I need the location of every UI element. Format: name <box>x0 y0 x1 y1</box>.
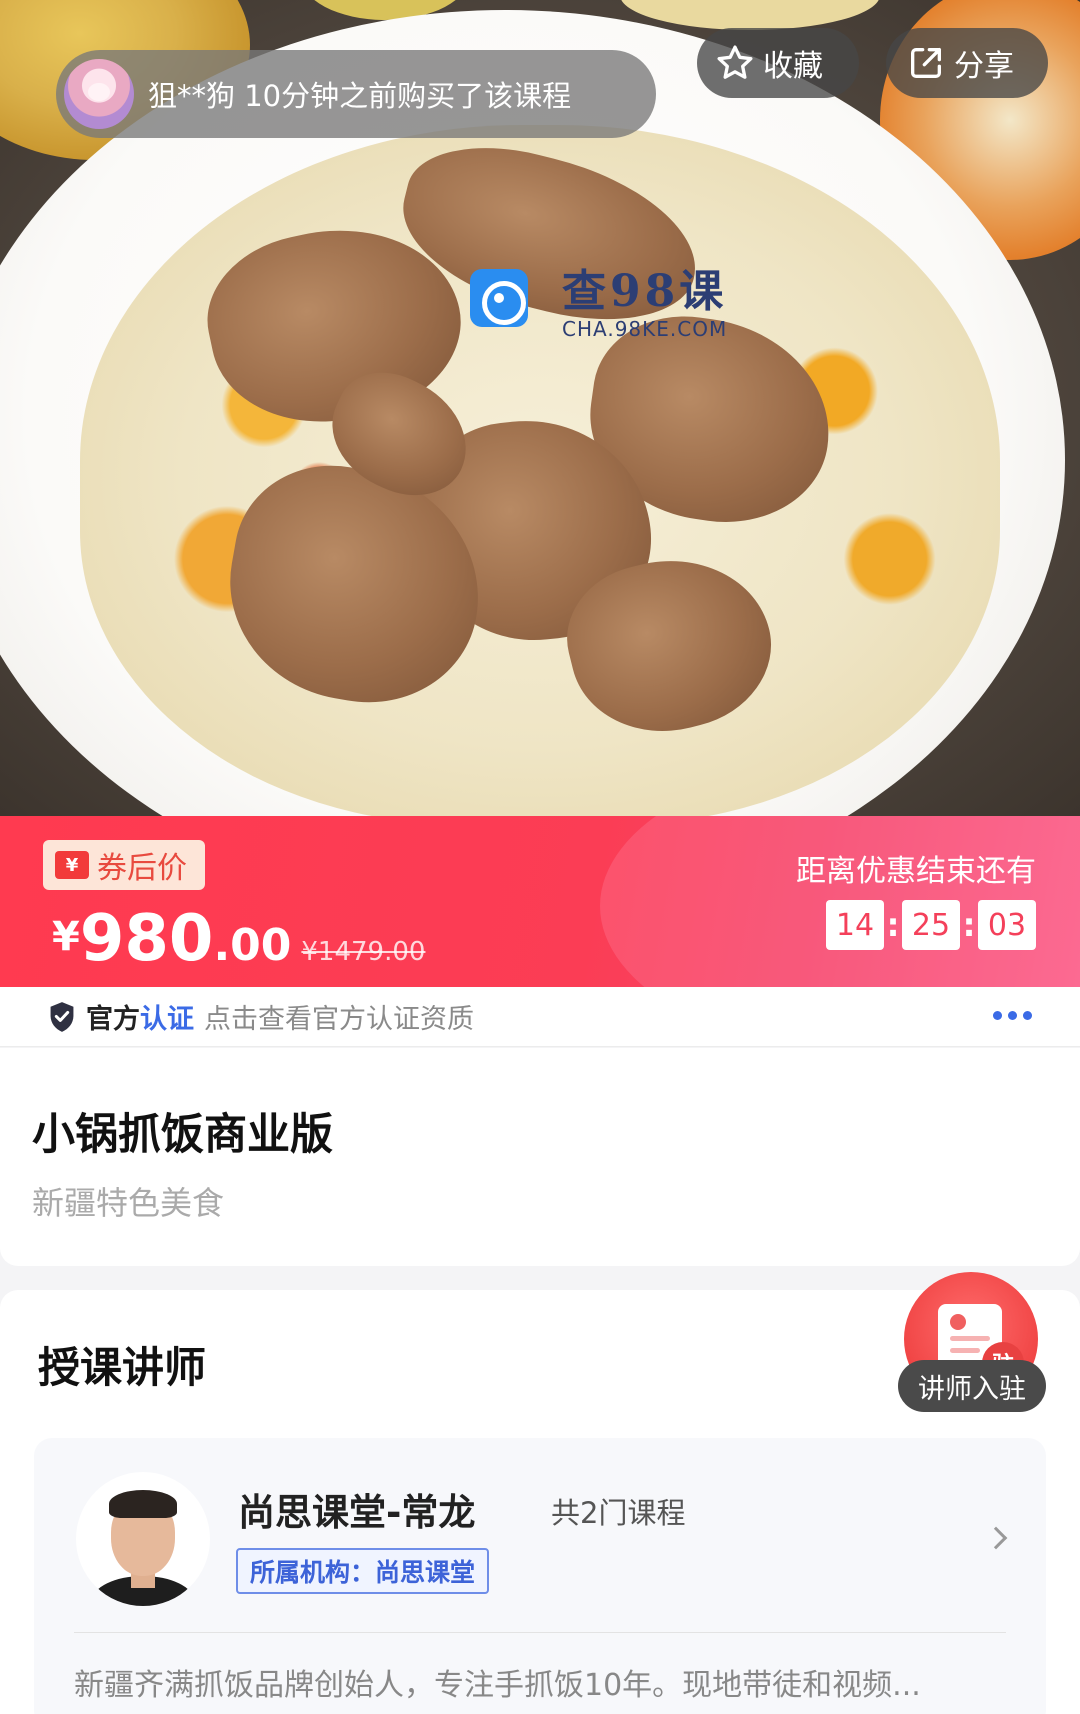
original-price: ¥1479.00 <box>301 937 426 967</box>
chevron-right-icon[interactable] <box>984 1526 1008 1550</box>
favorite-label: 收藏 <box>763 49 823 84</box>
teacher-card[interactable]: 尚思课堂-常龙 共2门课程 所属机构：尚思课堂 新疆齐满抓饭品牌创始人，专注手抓… <box>34 1438 1046 1714</box>
coupon-icon: ¥ <box>55 851 89 879</box>
purchase-notice: 狙**狗 10分钟之前购买了该课程 <box>56 50 656 138</box>
countdown-hours: 14 <box>826 900 884 950</box>
teacher-course-count: 共2门课程 <box>551 1496 686 1530</box>
side-dish-bowl <box>620 0 880 30</box>
countdown-seconds: 03 <box>978 900 1036 950</box>
price-banner: ¥ 券后价 ¥980.00 ¥1479.00 距离优惠结束还有 14 : 25 :… <box>0 816 1080 987</box>
countdown-label: 距离优惠结束还有 <box>796 854 1036 889</box>
course-info-card: 小锅抓饭商业版 新疆特色美食 <box>0 1048 1080 1266</box>
share-label: 分享 <box>954 49 1014 84</box>
teacher-join-label: 讲师入驻 <box>898 1360 1046 1412</box>
countdown-separator: : <box>962 906 976 944</box>
buyer-avatar <box>64 59 134 129</box>
price-decimal: .00 <box>213 920 292 971</box>
official-certification-bar[interactable]: 官方 认证 点击查看官方认证资质 <box>0 987 1080 1047</box>
watermark-subtitle: CHA.98KE.COM <box>562 317 728 341</box>
certified-label: 认证 <box>140 1004 194 1035</box>
course-subtitle: 新疆特色美食 <box>32 1184 225 1222</box>
coupon-price-tag: ¥ 券后价 <box>43 840 205 890</box>
organization-tag[interactable]: 所属机构：尚思课堂 <box>236 1548 490 1594</box>
teacher-name: 尚思课堂-常龙 <box>238 1491 476 1534</box>
person-icon <box>950 1314 966 1330</box>
favorite-button[interactable]: 收藏 <box>697 28 859 98</box>
share-icon <box>911 48 941 78</box>
purchase-notice-text: 狙**狗 10分钟之前购买了该课程 <box>148 79 572 113</box>
countdown-separator: : <box>886 906 900 944</box>
star-icon <box>717 45 753 79</box>
watermark: 查98课 CHA.98KE.COM <box>470 255 727 341</box>
course-detail-page: 查98课 CHA.98KE.COM 狙**狗 10分钟之前购买了该课程 收藏 分… <box>0 0 1080 1714</box>
course-title: 小锅抓饭商业版 <box>32 1110 333 1160</box>
teacher-description: 新疆齐满抓饭品牌创始人，专注手抓饭10年。现地带徒和视频... <box>74 1668 921 1703</box>
currency-symbol: ¥ <box>52 914 80 960</box>
teacher-join-button[interactable]: 驻 讲师入驻 <box>898 1272 1046 1422</box>
view-certification-link[interactable]: 点击查看官方认证资质 <box>204 997 474 1036</box>
more-dots-icon[interactable] <box>993 1011 1032 1020</box>
price-integer: 980 <box>79 902 214 976</box>
countdown-minutes: 25 <box>902 900 960 950</box>
countdown-timer: 14 : 25 : 03 <box>826 900 1036 950</box>
official-label: 官方 <box>86 1004 140 1035</box>
divider <box>74 1632 1006 1633</box>
coupon-label: 券后价 <box>97 851 187 886</box>
watermark-logo-icon <box>470 269 528 327</box>
teacher-avatar <box>76 1472 210 1606</box>
watermark-title: 查98课 <box>562 266 728 317</box>
teacher-section: 授课讲师 驻 讲师入驻 尚思课堂-常龙 共2门课程 所属机构：尚思课堂 <box>0 1272 1080 1714</box>
shield-check-icon <box>50 1001 74 1032</box>
section-title: 授课讲师 <box>38 1343 207 1392</box>
course-cover-image: 查98课 CHA.98KE.COM 狙**狗 10分钟之前购买了该课程 收藏 分… <box>0 0 1080 816</box>
current-price: ¥980.00 ¥1479.00 <box>52 902 425 976</box>
share-button[interactable]: 分享 <box>886 28 1048 98</box>
